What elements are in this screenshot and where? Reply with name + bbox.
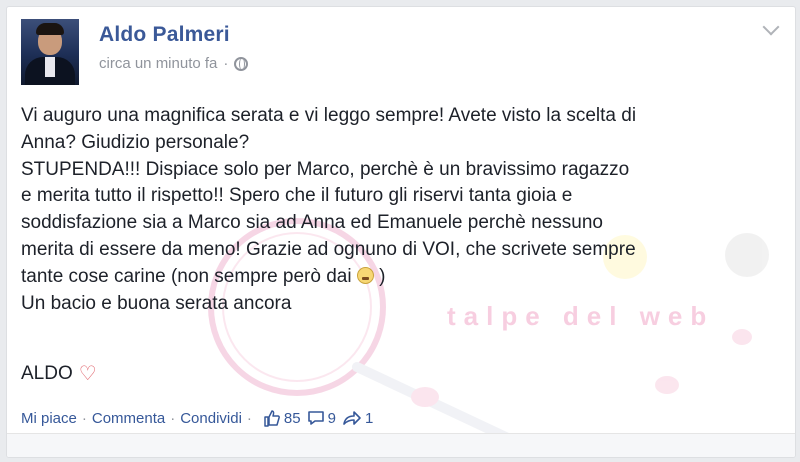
comment-button[interactable]: Commenta (92, 410, 165, 427)
like-button[interactable]: Mi piace (21, 410, 77, 427)
heart-icon: ♡ (78, 363, 97, 385)
post-timestamp[interactable]: circa un minuto fa (99, 55, 217, 72)
post-actions: Mi piace · Commenta · Condividi · 85 9 1 (21, 409, 374, 427)
author-name[interactable]: Aldo Palmeri (99, 23, 230, 47)
comments-count[interactable]: 9 (307, 409, 336, 427)
signature-text: ALDO (21, 363, 73, 384)
globe-icon[interactable] (234, 56, 249, 71)
meta-separator: · (223, 55, 229, 72)
emoji-icon (356, 266, 374, 284)
post-meta: circa un minuto fa · (99, 55, 249, 72)
likes-count[interactable]: 85 (263, 409, 301, 427)
author-avatar[interactable] (21, 19, 79, 85)
shares-count[interactable]: 1 (342, 409, 373, 427)
post-text: Vi auguro una magnifica serata e vi legg… (21, 105, 637, 287)
share-button[interactable]: Condividi (180, 410, 242, 427)
share-arrow-icon (343, 411, 361, 425)
comment-bubble-icon (307, 411, 324, 425)
post-signature: ALDO ♡ (21, 363, 97, 385)
chevron-down-icon[interactable] (762, 18, 780, 36)
comment-area-bar (7, 433, 795, 457)
post-card: talpe del web Aldo Palmeri circa un minu… (6, 6, 796, 458)
thumbs-up-icon (264, 410, 280, 427)
post-body: Vi auguro una magnifica serata e vi legg… (21, 103, 781, 317)
